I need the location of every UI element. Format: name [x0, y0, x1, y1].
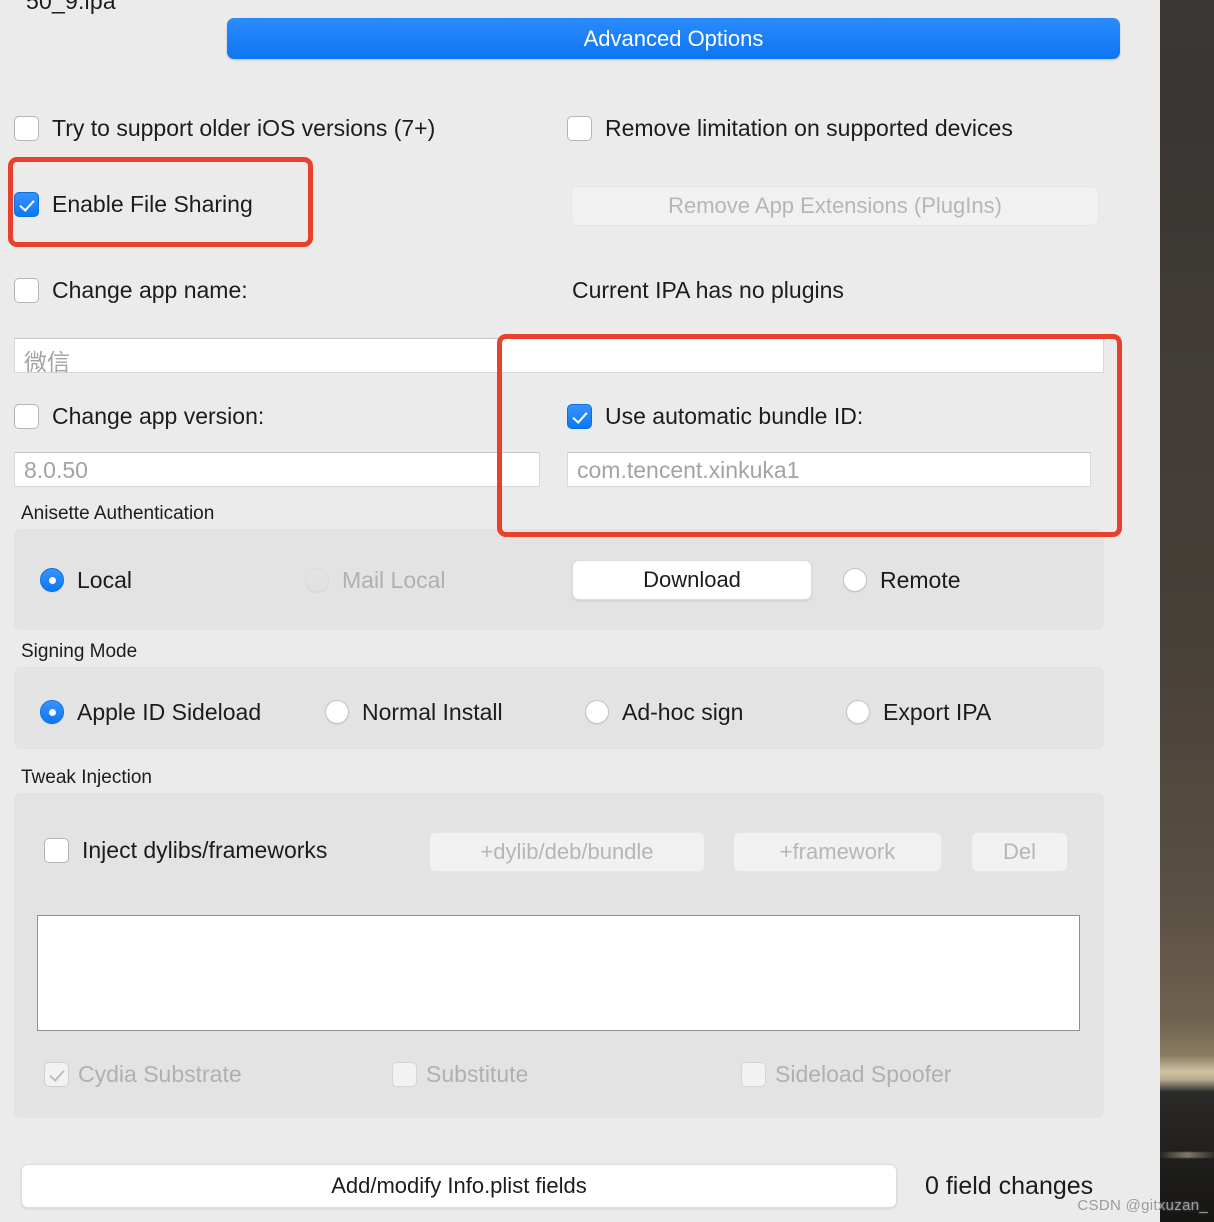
- wallpaper-highlight: [1160, 1152, 1214, 1158]
- change-app-version-checkbox[interactable]: [14, 404, 39, 429]
- plugins-status-text: Current IPA has no plugins: [572, 277, 844, 303]
- watermark-text: CSDN @gitxuzan_: [1077, 1197, 1208, 1214]
- checkbox-row-enable-file-sharing[interactable]: Enable File Sharing: [14, 192, 253, 217]
- bundle-id-input[interactable]: [567, 452, 1091, 487]
- substitute-label: Substitute: [426, 1061, 529, 1087]
- delete-tweak-button[interactable]: Del: [971, 832, 1068, 872]
- cydia-substrate-checkbox[interactable]: [44, 1062, 69, 1087]
- checkbox-row-substitute[interactable]: Substitute: [392, 1062, 528, 1087]
- advanced-options-button[interactable]: Advanced Options: [227, 18, 1120, 59]
- sideload-spoofer-label: Sideload Spoofer: [775, 1061, 952, 1087]
- cydia-substrate-label: Cydia Substrate: [78, 1061, 242, 1087]
- checkbox-row-change-app-name[interactable]: Change app name:: [14, 278, 248, 303]
- radio-row-apple-id-sideload[interactable]: Apple ID Sideload: [40, 700, 261, 724]
- enable-file-sharing-label: Enable File Sharing: [52, 191, 253, 217]
- older-ios-checkbox[interactable]: [14, 116, 39, 141]
- advanced-options-panel: 50_9.ipa Advanced Options Try to support…: [0, 0, 1160, 1222]
- tweak-list-box[interactable]: [37, 915, 1080, 1031]
- add-framework-button[interactable]: +framework: [733, 832, 942, 872]
- radio-row-local[interactable]: Local: [40, 568, 132, 592]
- radio-row-mail-local[interactable]: Mail Local: [305, 568, 446, 592]
- radio-row-ad-hoc-sign[interactable]: Ad-hoc sign: [585, 700, 743, 724]
- export-ipa-label: Export IPA: [883, 698, 992, 725]
- enable-file-sharing-checkbox[interactable]: [14, 192, 39, 217]
- app-name-input[interactable]: [14, 338, 1104, 373]
- remote-radio[interactable]: [843, 568, 867, 592]
- radio-row-remote[interactable]: Remote: [843, 568, 961, 592]
- radio-row-normal-install[interactable]: Normal Install: [325, 700, 503, 724]
- local-radio[interactable]: [40, 568, 64, 592]
- change-app-version-label: Change app version:: [52, 403, 265, 429]
- automatic-bundle-id-checkbox[interactable]: [567, 404, 592, 429]
- radio-row-export-ipa[interactable]: Export IPA: [846, 700, 991, 724]
- field-changes-label: 0 field changes: [925, 1172, 1094, 1200]
- checkbox-row-older-ios[interactable]: Try to support older iOS versions (7+): [14, 116, 435, 141]
- apple-id-sideload-radio[interactable]: [40, 700, 64, 724]
- window-title: 50_9.ipa: [26, 0, 116, 14]
- ad-hoc-sign-label: Ad-hoc sign: [622, 698, 744, 725]
- checkbox-row-sideload-spoofer[interactable]: Sideload Spoofer: [741, 1062, 951, 1087]
- checkbox-row-remove-limitation[interactable]: Remove limitation on supported devices: [567, 116, 1013, 141]
- checkbox-row-automatic-bundle-id[interactable]: Use automatic bundle ID:: [567, 404, 863, 429]
- normal-install-label: Normal Install: [362, 698, 503, 725]
- app-version-input[interactable]: [14, 452, 540, 487]
- remove-limitation-label: Remove limitation on supported devices: [605, 115, 1013, 141]
- mail-local-radio[interactable]: [305, 568, 329, 592]
- inject-dylibs-label: Inject dylibs/frameworks: [82, 837, 328, 863]
- remove-app-extensions-button[interactable]: Remove App Extensions (PlugIns): [571, 186, 1099, 226]
- checkbox-row-cydia-substrate[interactable]: Cydia Substrate: [44, 1062, 242, 1087]
- sideload-spoofer-checkbox[interactable]: [741, 1062, 766, 1087]
- ad-hoc-sign-radio[interactable]: [585, 700, 609, 724]
- remove-limitation-checkbox[interactable]: [567, 116, 592, 141]
- apple-id-sideload-label: Apple ID Sideload: [77, 698, 262, 725]
- desktop-wallpaper-strip: [1160, 0, 1214, 1222]
- automatic-bundle-id-label: Use automatic bundle ID:: [605, 403, 864, 429]
- anisette-caption: Anisette Authentication: [21, 503, 215, 524]
- normal-install-radio[interactable]: [325, 700, 349, 724]
- checkbox-row-inject-dylibs[interactable]: Inject dylibs/frameworks: [44, 838, 327, 863]
- download-button[interactable]: Download: [572, 560, 812, 600]
- tweak-injection-caption: Tweak Injection: [21, 767, 152, 788]
- remote-label: Remote: [880, 566, 961, 593]
- older-ios-label: Try to support older iOS versions (7+): [52, 115, 436, 141]
- add-modify-plist-button[interactable]: Add/modify Info.plist fields: [21, 1164, 897, 1208]
- inject-dylibs-checkbox[interactable]: [44, 838, 69, 863]
- local-label: Local: [77, 566, 132, 593]
- add-dylib-deb-bundle-button[interactable]: +dylib/deb/bundle: [429, 832, 705, 872]
- mail-local-label: Mail Local: [342, 566, 446, 593]
- substitute-checkbox[interactable]: [392, 1062, 417, 1087]
- signing-mode-caption: Signing Mode: [21, 641, 138, 662]
- change-app-name-checkbox[interactable]: [14, 278, 39, 303]
- change-app-name-label: Change app name:: [52, 277, 248, 303]
- export-ipa-radio[interactable]: [846, 700, 870, 724]
- checkbox-row-change-app-version[interactable]: Change app version:: [14, 404, 264, 429]
